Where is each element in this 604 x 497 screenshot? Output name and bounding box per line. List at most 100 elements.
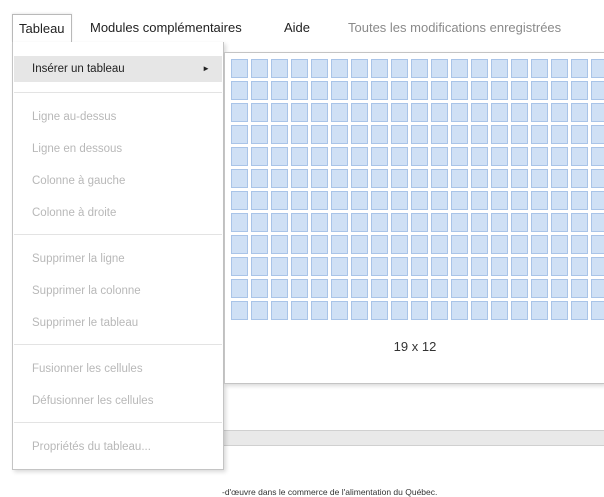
grid-cell[interactable] — [371, 169, 388, 188]
grid-cell[interactable] — [231, 81, 248, 100]
grid-cell[interactable] — [231, 301, 248, 320]
grid-cell[interactable] — [311, 213, 328, 232]
delete-column-item[interactable]: Supprimer la colonne — [14, 278, 222, 304]
grid-cell[interactable] — [331, 103, 348, 122]
grid-cell[interactable] — [411, 147, 428, 166]
grid-cell[interactable] — [551, 235, 568, 254]
grid-cell[interactable] — [571, 147, 588, 166]
grid-cell[interactable] — [511, 191, 528, 210]
grid-cell[interactable] — [291, 125, 308, 144]
grid-cell[interactable] — [491, 191, 508, 210]
table-size-grid[interactable] — [231, 59, 604, 323]
grid-cell[interactable] — [331, 147, 348, 166]
grid-cell[interactable] — [471, 257, 488, 276]
grid-cell[interactable] — [451, 103, 468, 122]
grid-cell[interactable] — [511, 279, 528, 298]
grid-cell[interactable] — [371, 147, 388, 166]
grid-cell[interactable] — [431, 81, 448, 100]
grid-cell[interactable] — [451, 279, 468, 298]
grid-cell[interactable] — [251, 81, 268, 100]
grid-cell[interactable] — [531, 301, 548, 320]
grid-cell[interactable] — [471, 103, 488, 122]
grid-cell[interactable] — [351, 125, 368, 144]
grid-cell[interactable] — [391, 213, 408, 232]
grid-cell[interactable] — [451, 191, 468, 210]
grid-cell[interactable] — [451, 169, 468, 188]
grid-cell[interactable] — [351, 191, 368, 210]
grid-cell[interactable] — [291, 59, 308, 78]
grid-cell[interactable] — [491, 257, 508, 276]
grid-cell[interactable] — [471, 235, 488, 254]
grid-cell[interactable] — [331, 213, 348, 232]
grid-cell[interactable] — [291, 301, 308, 320]
grid-cell[interactable] — [491, 213, 508, 232]
grid-cell[interactable] — [431, 169, 448, 188]
grid-cell[interactable] — [591, 279, 604, 298]
grid-cell[interactable] — [571, 301, 588, 320]
grid-cell[interactable] — [271, 59, 288, 78]
grid-cell[interactable] — [511, 169, 528, 188]
grid-cell[interactable] — [391, 59, 408, 78]
grid-cell[interactable] — [331, 125, 348, 144]
grid-cell[interactable] — [311, 169, 328, 188]
grid-cell[interactable] — [511, 81, 528, 100]
grid-cell[interactable] — [451, 59, 468, 78]
grid-cell[interactable] — [251, 59, 268, 78]
grid-cell[interactable] — [311, 257, 328, 276]
grid-cell[interactable] — [431, 257, 448, 276]
grid-cell[interactable] — [591, 59, 604, 78]
grid-cell[interactable] — [551, 125, 568, 144]
grid-cell[interactable] — [331, 257, 348, 276]
grid-cell[interactable] — [251, 147, 268, 166]
grid-cell[interactable] — [271, 147, 288, 166]
grid-cell[interactable] — [451, 213, 468, 232]
grid-cell[interactable] — [311, 125, 328, 144]
grid-cell[interactable] — [591, 301, 604, 320]
grid-cell[interactable] — [391, 125, 408, 144]
grid-cell[interactable] — [291, 279, 308, 298]
grid-cell[interactable] — [331, 301, 348, 320]
delete-row-item[interactable]: Supprimer la ligne — [14, 246, 222, 272]
grid-cell[interactable] — [471, 147, 488, 166]
grid-cell[interactable] — [311, 279, 328, 298]
grid-cell[interactable] — [571, 279, 588, 298]
insert-col-right-item[interactable]: Colonne à droite — [14, 200, 222, 226]
grid-cell[interactable] — [231, 125, 248, 144]
grid-cell[interactable] — [451, 147, 468, 166]
grid-cell[interactable] — [431, 125, 448, 144]
grid-cell[interactable] — [471, 59, 488, 78]
grid-cell[interactable] — [451, 125, 468, 144]
grid-cell[interactable] — [311, 103, 328, 122]
grid-cell[interactable] — [591, 213, 604, 232]
grid-cell[interactable] — [231, 257, 248, 276]
menu-tableau[interactable]: Tableau — [12, 14, 72, 42]
grid-cell[interactable] — [551, 147, 568, 166]
grid-cell[interactable] — [471, 169, 488, 188]
grid-cell[interactable] — [491, 301, 508, 320]
grid-cell[interactable] — [251, 235, 268, 254]
grid-cell[interactable] — [451, 81, 468, 100]
unmerge-cells-item[interactable]: Défusionner les cellules — [14, 388, 222, 414]
grid-cell[interactable] — [591, 191, 604, 210]
grid-cell[interactable] — [271, 191, 288, 210]
grid-cell[interactable] — [291, 191, 308, 210]
grid-cell[interactable] — [391, 103, 408, 122]
grid-cell[interactable] — [251, 169, 268, 188]
grid-cell[interactable] — [231, 235, 248, 254]
insert-table-item[interactable]: Insérer un tableau ► — [14, 56, 222, 82]
grid-cell[interactable] — [371, 191, 388, 210]
grid-cell[interactable] — [431, 279, 448, 298]
grid-cell[interactable] — [411, 257, 428, 276]
grid-cell[interactable] — [391, 81, 408, 100]
grid-cell[interactable] — [411, 235, 428, 254]
grid-cell[interactable] — [531, 103, 548, 122]
grid-cell[interactable] — [551, 103, 568, 122]
grid-cell[interactable] — [331, 191, 348, 210]
grid-cell[interactable] — [351, 81, 368, 100]
grid-cell[interactable] — [531, 279, 548, 298]
table-properties-item[interactable]: Propriétés du tableau... — [14, 434, 222, 460]
grid-cell[interactable] — [271, 257, 288, 276]
grid-cell[interactable] — [291, 235, 308, 254]
grid-cell[interactable] — [411, 103, 428, 122]
grid-cell[interactable] — [291, 169, 308, 188]
